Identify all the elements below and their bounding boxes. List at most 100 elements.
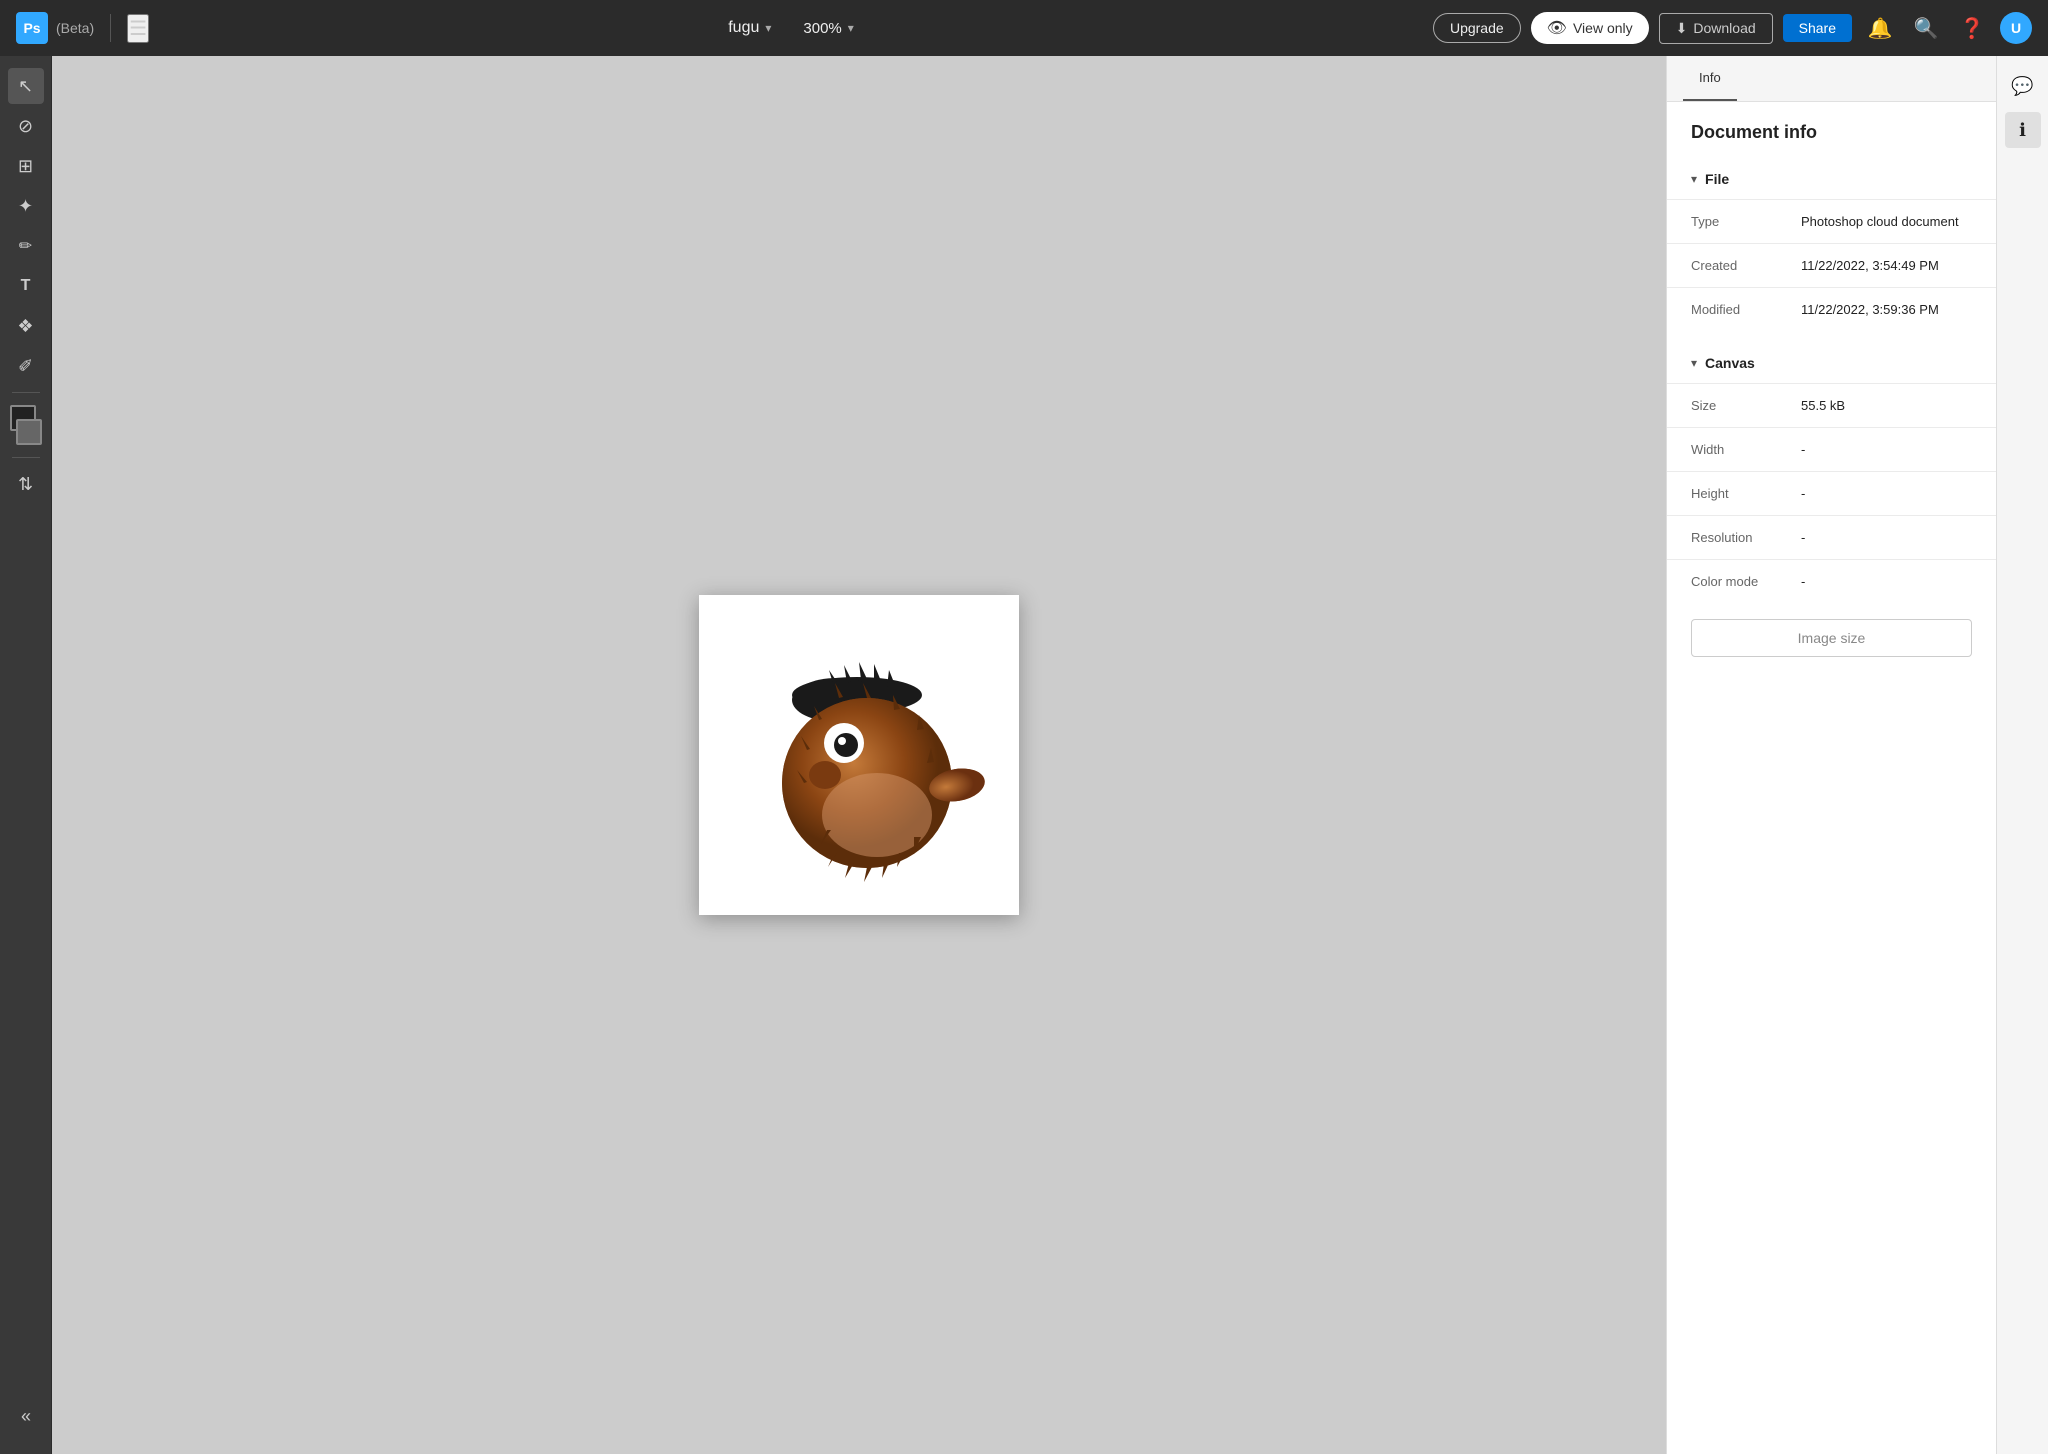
topbar-divider [110, 14, 111, 42]
download-button[interactable]: ⬇ Download [1659, 13, 1773, 44]
beta-label: (Beta) [56, 20, 94, 36]
canvas-content [699, 595, 1019, 915]
colormode-label: Color mode [1691, 574, 1801, 589]
upgrade-button[interactable]: Upgrade [1433, 13, 1521, 43]
select-tool-button[interactable]: ↖ [8, 68, 44, 104]
topbar: Ps (Beta) ☰ fugu ▾ 300% ▾ Upgrade 👁 View… [0, 0, 2048, 56]
resolution-label: Resolution [1691, 530, 1801, 545]
ps-logo-icon: Ps [16, 12, 48, 44]
zoom-chevron-icon: ▾ [848, 21, 854, 35]
main-layout: ↖ ⊘ ⊞ ✦ ✏ T ❖ ✐ ⇅ [0, 56, 2048, 1454]
viewonly-label: View only [1573, 20, 1633, 36]
right-panel: Info Document info ▾ File Type Photoshop… [1666, 56, 1996, 1454]
share-button[interactable]: Share [1783, 14, 1852, 42]
user-avatar[interactable]: U [2000, 12, 2032, 44]
info-button[interactable]: ℹ [2005, 112, 2041, 148]
text-icon: T [21, 277, 31, 295]
zoom-control[interactable]: 300% ▾ [803, 20, 853, 37]
pen-icon: ✏ [19, 236, 32, 256]
panel-tabs: Info [1667, 56, 1996, 102]
zoom-level: 300% [803, 20, 841, 37]
shape-tool-button[interactable]: ❖ [8, 308, 44, 344]
created-row: Created 11/22/2022, 3:54:49 PM [1667, 243, 1996, 287]
type-label: Type [1691, 214, 1801, 229]
swap-tool-button[interactable]: ⇅ [8, 466, 44, 502]
eyedropper-tool-button[interactable]: ✐ [8, 348, 44, 384]
download-icon: ⬇ [1676, 20, 1688, 37]
filename-label: fugu [728, 19, 759, 37]
type-row: Type Photoshop cloud document [1667, 199, 1996, 243]
select-tool-icon: ↖ [18, 76, 33, 97]
image-size-button[interactable]: Image size [1691, 619, 1972, 657]
document-info-title: Document info [1667, 102, 1996, 159]
file-section-header[interactable]: ▾ File [1667, 159, 1996, 199]
notifications-button[interactable]: 🔔 [1862, 10, 1898, 46]
eye-icon: 👁 [1547, 18, 1567, 38]
eyedropper-icon: ✐ [18, 356, 33, 377]
app-logo: Ps (Beta) [16, 12, 94, 44]
toolbar-separator2 [12, 457, 40, 458]
created-value: 11/22/2022, 3:54:49 PM [1801, 258, 1939, 273]
size-label: Size [1691, 398, 1801, 413]
width-row: Width - [1667, 427, 1996, 471]
healing-icon: ✦ [18, 196, 33, 217]
file-chevron-icon: ▾ [1691, 172, 1697, 186]
collapse-icon: « [21, 1406, 31, 1427]
help-button[interactable]: ❓ [1954, 10, 1990, 46]
shape-icon: ❖ [17, 316, 33, 337]
colormode-value: - [1801, 574, 1805, 589]
comment-icon: 💬 [2011, 76, 2033, 97]
tab-info[interactable]: Info [1683, 56, 1737, 101]
info-icon: ℹ [2019, 120, 2026, 141]
resolution-value: - [1801, 530, 1805, 545]
width-value: - [1801, 442, 1805, 457]
canvas-chevron-icon: ▾ [1691, 356, 1697, 370]
canvas-area [52, 56, 1666, 1454]
panel-content: Document info ▾ File Type Photoshop clou… [1667, 102, 1996, 1454]
collapse-button[interactable]: « [8, 1398, 44, 1434]
bell-icon: 🔔 [1868, 16, 1893, 41]
height-row: Height - [1667, 471, 1996, 515]
help-icon: ❓ [1960, 16, 1985, 41]
color-swatches[interactable] [6, 405, 46, 445]
transform-icon: ⊞ [18, 156, 33, 177]
height-value: - [1801, 486, 1805, 501]
tab-info-label: Info [1699, 70, 1721, 85]
modified-row: Modified 11/22/2022, 3:59:36 PM [1667, 287, 1996, 331]
brush-tool-button[interactable]: ⊘ [8, 108, 44, 144]
healing-tool-button[interactable]: ✦ [8, 188, 44, 224]
menu-button[interactable]: ☰ [127, 14, 149, 43]
puffer-image [719, 615, 999, 895]
created-label: Created [1691, 258, 1801, 273]
viewonly-button[interactable]: 👁 View only [1531, 12, 1649, 44]
modified-label: Modified [1691, 302, 1801, 317]
toolbar-separator [12, 392, 40, 393]
text-tool-button[interactable]: T [8, 268, 44, 304]
search-button[interactable]: 🔍 [1908, 10, 1944, 46]
file-section-title: File [1705, 171, 1729, 187]
resolution-row: Resolution - [1667, 515, 1996, 559]
filename-chevron-icon: ▾ [765, 21, 771, 35]
swap-icon: ⇅ [18, 474, 33, 495]
download-label: Download [1693, 20, 1755, 36]
size-value: 55.5 kB [1801, 398, 1845, 413]
modified-value: 11/22/2022, 3:59:36 PM [1801, 302, 1939, 317]
search-icon: 🔍 [1914, 16, 1939, 41]
canvas-section-header[interactable]: ▾ Canvas [1667, 343, 1996, 383]
comment-button[interactable]: 💬 [2005, 68, 2041, 104]
height-label: Height [1691, 486, 1801, 501]
background-color-swatch[interactable] [16, 419, 42, 445]
colormode-row: Color mode - [1667, 559, 1996, 603]
topbar-actions: Upgrade 👁 View only ⬇ Download Share 🔔 🔍… [1433, 10, 2032, 46]
pen-tool-button[interactable]: ✏ [8, 228, 44, 264]
canvas-section-title: Canvas [1705, 355, 1755, 371]
right-side-icons: 💬 ℹ [1996, 56, 2048, 1454]
size-row: Size 55.5 kB [1667, 383, 1996, 427]
lasso-icon: ⊘ [18, 116, 33, 137]
filename-button[interactable]: fugu ▾ [728, 19, 771, 37]
left-toolbar: ↖ ⊘ ⊞ ✦ ✏ T ❖ ✐ ⇅ [0, 56, 52, 1454]
width-label: Width [1691, 442, 1801, 457]
collapse-toolbar-button[interactable]: « [8, 1398, 44, 1434]
type-value: Photoshop cloud document [1801, 214, 1959, 229]
transform-tool-button[interactable]: ⊞ [8, 148, 44, 184]
